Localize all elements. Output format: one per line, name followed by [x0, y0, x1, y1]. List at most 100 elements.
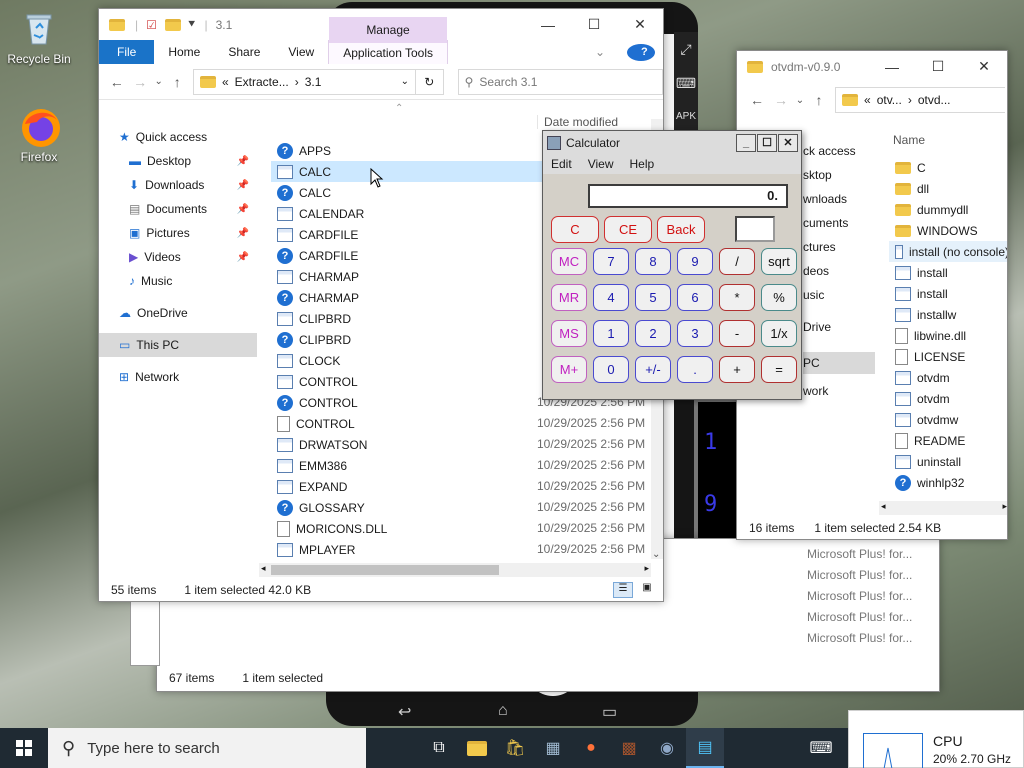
apk-icon[interactable]: APK: [674, 100, 698, 134]
nav-item-partial[interactable]: ctures: [803, 240, 836, 254]
photos-app-icon[interactable]: ▦: [534, 728, 572, 768]
list-item[interactable]: WINDOWS: [889, 220, 1007, 241]
list-item[interactable]: otvdmw: [889, 409, 1007, 430]
clear-entry-button[interactable]: CE: [604, 216, 652, 243]
close-icon[interactable]: ✕: [961, 51, 1007, 82]
list-item[interactable]: installw: [889, 304, 1007, 325]
nav-item-partial[interactable]: sktop: [803, 168, 832, 182]
digit-6-button[interactable]: 6: [677, 284, 713, 311]
scroll-left-icon[interactable]: ◂: [881, 501, 886, 512]
manage-context-tab[interactable]: Manage: [329, 17, 447, 43]
help-icon[interactable]: ?: [619, 40, 663, 64]
breadcrumb-otvdm[interactable]: otvd...: [918, 93, 951, 107]
address-overflow[interactable]: «: [864, 93, 871, 107]
game-app-icon[interactable]: ▩: [610, 728, 648, 768]
new-folder-icon[interactable]: [164, 18, 181, 31]
recents-nav-icon[interactable]: ▭: [602, 702, 617, 722]
nav-onedrive[interactable]: ☁ OneDrive: [99, 301, 257, 325]
nav-desktop[interactable]: ▬ Desktop 📌: [99, 149, 257, 173]
list-item[interactable]: install: [889, 262, 1007, 283]
recent-locations-icon[interactable]: ⌄: [152, 76, 166, 87]
maximize-icon[interactable]: ☐: [757, 133, 777, 152]
menu-help[interactable]: Help: [629, 157, 654, 171]
desktop-icon-recycle-bin[interactable]: Recycle Bin: [2, 8, 76, 66]
menu-view[interactable]: View: [588, 157, 614, 171]
forward-arrow-icon[interactable]: →: [769, 92, 793, 108]
task-view-icon[interactable]: ⧉: [420, 728, 458, 768]
properties-icon[interactable]: ☑: [146, 18, 157, 32]
memory-store-button[interactable]: MS: [551, 320, 587, 347]
nav-item-partial[interactable]: Drive: [803, 320, 831, 334]
nav-network[interactable]: ⊞ Network: [99, 365, 257, 389]
nav-item-partial[interactable]: ck access: [803, 144, 856, 158]
address-bar[interactable]: « Extracte... › 3.1 ⌄: [192, 68, 416, 95]
memory-add-button[interactable]: M+: [551, 356, 587, 383]
keyboard-icon[interactable]: ⌨: [674, 66, 698, 100]
digit-3-button[interactable]: 3: [677, 320, 713, 347]
minimize-icon[interactable]: —: [869, 51, 915, 82]
digit-8-button[interactable]: 8: [635, 248, 671, 275]
list-item[interactable]: dummydll: [889, 199, 1007, 220]
nav-item-partial[interactable]: deos: [803, 264, 829, 278]
horizontal-scrollbar[interactable]: ◂ ▸: [879, 501, 1007, 515]
list-item[interactable]: dll: [889, 178, 1007, 199]
calculator-taskbar-icon[interactable]: ▤: [686, 728, 724, 768]
digit-7-button[interactable]: 7: [593, 248, 629, 275]
list-item[interactable]: otvdm: [889, 388, 1007, 409]
home-nav-icon[interactable]: ⌂: [498, 702, 508, 720]
taskbar-search-box[interactable]: ⚲ Type here to search: [48, 728, 366, 768]
title-bar[interactable]: otvdm-v0.9.0 — ☐ ✕: [737, 51, 1007, 82]
list-item[interactable]: otvdm: [889, 367, 1007, 388]
start-button[interactable]: [0, 728, 48, 768]
digit-4-button[interactable]: 4: [593, 284, 629, 311]
up-arrow-icon[interactable]: ↑: [166, 74, 189, 90]
search-box[interactable]: ⚲ Search 3.1: [457, 68, 663, 95]
tab-view[interactable]: View: [274, 40, 328, 64]
maximize-icon[interactable]: ☐: [571, 9, 617, 40]
scroll-thumb[interactable]: [271, 565, 499, 575]
cpu-widget[interactable]: CPU 20% 2.70 GHz: [848, 710, 1024, 768]
backspace-button[interactable]: Back: [657, 216, 705, 243]
tab-file[interactable]: File: [99, 40, 155, 64]
list-item[interactable]: uninstall: [889, 451, 1007, 472]
large-icons-view-icon[interactable]: ▣: [637, 582, 657, 598]
list-item[interactable]: libwine.dll: [889, 325, 1007, 346]
tab-share[interactable]: Share: [214, 40, 274, 64]
nav-item-partial[interactable]: usic: [803, 288, 824, 302]
back-nav-icon[interactable]: ↩: [398, 702, 411, 722]
ribbon-expand-icon[interactable]: ⌄: [581, 40, 619, 64]
nav-documents[interactable]: ▤ Documents 📌: [99, 197, 257, 221]
clear-button[interactable]: C: [551, 216, 599, 243]
details-view-icon[interactable]: ☰: [613, 582, 633, 598]
memory-recall-button[interactable]: MR: [551, 284, 587, 311]
sphere-app-icon[interactable]: ◉: [648, 728, 686, 768]
nav-downloads[interactable]: ⬇ Downloads 📌: [99, 173, 257, 197]
desktop-icon-firefox[interactable]: Firefox: [2, 106, 76, 164]
minimize-icon[interactable]: —: [525, 9, 571, 40]
address-dropdown-icon[interactable]: ⌄: [401, 76, 409, 87]
nav-item-partial[interactable]: wnloads: [803, 192, 847, 206]
nav-item-partial[interactable]: work: [803, 384, 828, 398]
digit-9-button[interactable]: 9: [677, 248, 713, 275]
refresh-button[interactable]: ↻: [415, 68, 444, 95]
nav-item-partial[interactable]: cuments: [803, 216, 848, 230]
percent-button[interactable]: %: [761, 284, 797, 311]
firefox-taskbar-icon[interactable]: ●: [572, 728, 610, 768]
calculator-window[interactable]: Calculator _ ☐ ✕ Edit View Help 0. C CE …: [542, 130, 802, 400]
list-item[interactable]: LICENSE: [889, 346, 1007, 367]
breadcrumb-otv[interactable]: otv...: [877, 93, 902, 107]
maximize-icon[interactable]: ☐: [915, 51, 961, 82]
microsoft-store-icon[interactable]: 🛍: [496, 728, 534, 768]
back-arrow-icon[interactable]: ←: [105, 74, 128, 90]
back-arrow-icon[interactable]: ←: [745, 92, 769, 108]
title-bar[interactable]: | ☑ ⯆ | 3.1 Manage — ☐ ✕: [99, 9, 663, 43]
sqrt-button[interactable]: sqrt: [761, 248, 797, 275]
nav-videos[interactable]: ▶ Videos 📌: [99, 245, 257, 269]
nav-pictures[interactable]: ▣ Pictures 📌: [99, 221, 257, 245]
scroll-right-icon[interactable]: ▸: [644, 563, 649, 574]
list-item[interactable]: ? winhlp32: [889, 472, 1007, 493]
scroll-down-icon[interactable]: ⌄: [652, 549, 660, 560]
quick-access-dropdown-icon[interactable]: ⯆: [187, 17, 197, 32]
file-explorer-icon[interactable]: [458, 728, 496, 768]
list-item[interactable]: README: [889, 430, 1007, 451]
